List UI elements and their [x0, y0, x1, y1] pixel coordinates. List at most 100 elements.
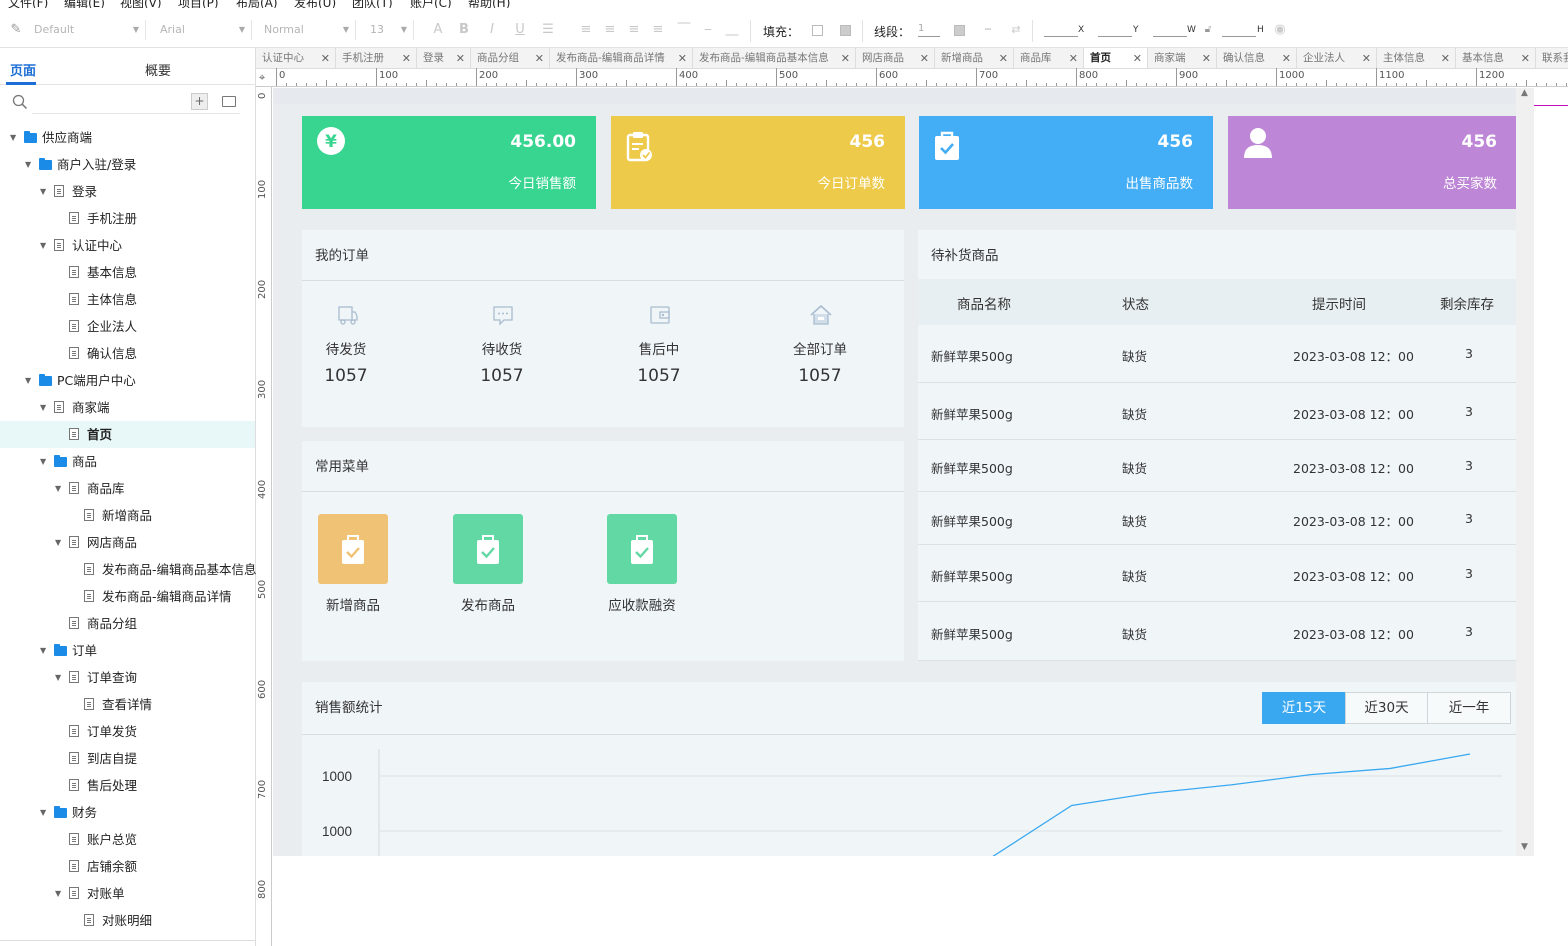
tree-item[interactable]: 售后处理 [0, 772, 255, 799]
range-1-year-button[interactable]: 近一年 [1427, 692, 1511, 724]
tree-item[interactable]: 账户总览 [0, 826, 255, 853]
page-tab[interactable]: 网店商品 ✕ [856, 48, 935, 68]
tree-item[interactable]: ▼ 登录 [0, 178, 255, 205]
underline-icon[interactable]: U [512, 22, 528, 38]
chevron-down-icon[interactable]: ▼ [25, 367, 31, 394]
valign-top-icon[interactable]: ⎺ [676, 22, 692, 38]
close-icon[interactable]: ✕ [456, 48, 465, 68]
tree-item[interactable]: 首页 [0, 421, 255, 448]
range-15-days-button[interactable]: 近15天 [1262, 692, 1346, 724]
page-tab[interactable]: 商品分组 ✕ [471, 48, 550, 68]
chevron-down-icon[interactable]: ▼ [55, 664, 61, 691]
font-size-select[interactable]: 13 ▼ [370, 20, 414, 40]
tree-item[interactable]: ▼ 订单查询 [0, 664, 255, 691]
page-tab[interactable]: 发布商品-编辑商品基本信息 ✕ [693, 48, 856, 68]
close-icon[interactable]: ✕ [1202, 48, 1211, 68]
chevron-down-icon[interactable]: ▼ [40, 178, 46, 205]
table-row[interactable]: 新鲜苹果500g 缺货 2023-03-08 12：00 3 [918, 383, 1516, 440]
range-30-days-button[interactable]: 近30天 [1345, 692, 1428, 724]
tree-item[interactable]: 确认信息 [0, 340, 255, 367]
scroll-down-icon[interactable]: ▼ [1521, 842, 1528, 852]
fill-shadow-swatch[interactable] [840, 25, 851, 36]
add-folder-icon[interactable] [222, 96, 236, 107]
table-row[interactable]: 新鲜苹果500g 缺货 2023-03-08 12：00 3 [918, 440, 1516, 492]
tree-item[interactable]: ▼ 网店商品 [0, 529, 255, 556]
chevron-down-icon[interactable]: ▼ [55, 880, 61, 907]
page-tab[interactable]: 发布商品-编辑商品详情 ✕ [550, 48, 693, 68]
close-icon[interactable]: ✕ [1133, 48, 1142, 68]
visibility-icon[interactable]: ◉ [1272, 22, 1288, 38]
stroke-color-swatch[interactable] [954, 25, 965, 36]
tree-item[interactable]: ▼ 订单 [0, 637, 255, 664]
tree-item[interactable]: ▼ 商户入驻/登录 [0, 151, 255, 178]
tree-item[interactable]: 企业法人 [0, 313, 255, 340]
close-icon[interactable]: ✕ [678, 48, 687, 68]
page-tab[interactable]: 基本信息 ✕ [1456, 48, 1536, 68]
chevron-down-icon[interactable]: ▼ [10, 124, 16, 151]
y-field[interactable] [1098, 23, 1132, 37]
close-icon[interactable]: ✕ [841, 48, 850, 68]
page-tab[interactable]: 首页 ✕ [1084, 48, 1148, 68]
list-icon[interactable]: ☰ [540, 22, 556, 38]
align-justify-icon[interactable]: ≡ [650, 22, 666, 38]
page-tab[interactable]: 手机注册 ✕ [336, 48, 417, 68]
tree-item[interactable]: ▼ 商品 [0, 448, 255, 475]
page-tab[interactable]: 商家端 ✕ [1148, 48, 1217, 68]
stroke-style-icon[interactable]: ┅ [980, 22, 996, 38]
h-field[interactable] [1222, 23, 1256, 37]
lock-icon[interactable]: 🔓︎ [1200, 22, 1216, 38]
close-icon[interactable]: ✕ [402, 48, 411, 68]
tree-item[interactable]: ▼ 商家端 [0, 394, 255, 421]
page-tab[interactable]: 认证中心 ✕ [256, 48, 336, 68]
tab-overview[interactable]: 概要 [145, 60, 171, 79]
page-tab[interactable]: 新增商品 ✕ [935, 48, 1014, 68]
chevron-down-icon[interactable]: ▼ [40, 448, 46, 475]
close-icon[interactable]: ✕ [920, 48, 929, 68]
add-page-icon[interactable]: + [191, 93, 208, 110]
tree-item[interactable]: 对账明细 [0, 907, 255, 934]
tree-item[interactable]: ▼ 对账单 [0, 880, 255, 907]
bold-icon[interactable]: B [456, 22, 472, 38]
italic-icon[interactable]: I [484, 22, 500, 38]
tree-item[interactable]: 发布商品-编辑商品详情 [0, 583, 255, 610]
tree-item[interactable]: 到店自提 [0, 745, 255, 772]
tree-item[interactable]: ▼ 财务 [0, 799, 255, 826]
w-field[interactable] [1153, 23, 1187, 37]
page-tab[interactable]: 企业法人 ✕ [1297, 48, 1377, 68]
tree-item[interactable]: 发布商品-编辑商品基本信息 [0, 556, 257, 583]
close-icon[interactable]: ✕ [1441, 48, 1450, 68]
font-color-icon[interactable]: A [430, 22, 446, 38]
stroke-width-field[interactable]: 1 [918, 23, 940, 37]
search-icon[interactable] [12, 94, 28, 110]
close-icon[interactable]: ✕ [1521, 48, 1530, 68]
tree-item[interactable]: ▼ PC端用户中心 [0, 367, 255, 394]
table-row[interactable]: 新鲜苹果500g 缺货 2023-03-08 12：00 3 [918, 602, 1516, 661]
align-center-icon[interactable]: ≡ [602, 22, 618, 38]
tree-item[interactable]: ▼ 商品库 [0, 475, 255, 502]
chevron-down-icon[interactable]: ▼ [40, 637, 46, 664]
close-icon[interactable]: ✕ [535, 48, 544, 68]
page-tab[interactable]: 确认信息 ✕ [1217, 48, 1297, 68]
page-tab[interactable]: 主体信息 ✕ [1377, 48, 1456, 68]
align-left-icon[interactable]: ≡ [578, 22, 594, 38]
tree-item[interactable]: 商品分组 [0, 610, 255, 637]
close-icon[interactable]: ✕ [321, 48, 330, 68]
arrow-style-icon[interactable]: ⇄ [1008, 22, 1024, 38]
style-edit-icon[interactable]: ✎ [8, 22, 24, 38]
chevron-down-icon[interactable]: ▼ [55, 529, 61, 556]
scroll-up-icon[interactable]: ▲ [1521, 88, 1528, 98]
table-row[interactable]: 新鲜苹果500g 缺货 2023-03-08 12：00 3 [918, 325, 1516, 383]
chevron-down-icon[interactable]: ▼ [40, 394, 46, 421]
table-row[interactable]: 新鲜苹果500g 缺货 2023-03-08 12：00 3 [918, 545, 1516, 602]
table-row[interactable]: 新鲜苹果500g 缺货 2023-03-08 12：00 3 [918, 492, 1516, 545]
close-icon[interactable]: ✕ [1069, 48, 1078, 68]
page-tab[interactable]: 登录 ✕ [417, 48, 471, 68]
tree-item[interactable]: 查看详情 [0, 691, 255, 718]
page-tab[interactable]: 联系我 [1536, 48, 1568, 68]
tree-item[interactable]: ▼ 认证中心 [0, 232, 255, 259]
canvas-scrollbar[interactable]: ▲ ▼ [1516, 88, 1534, 856]
search-input[interactable] [32, 113, 240, 114]
tab-pages[interactable]: 页面 [10, 60, 36, 79]
close-icon[interactable]: ✕ [1362, 48, 1371, 68]
tree-item[interactable]: 新增商品 [0, 502, 255, 529]
